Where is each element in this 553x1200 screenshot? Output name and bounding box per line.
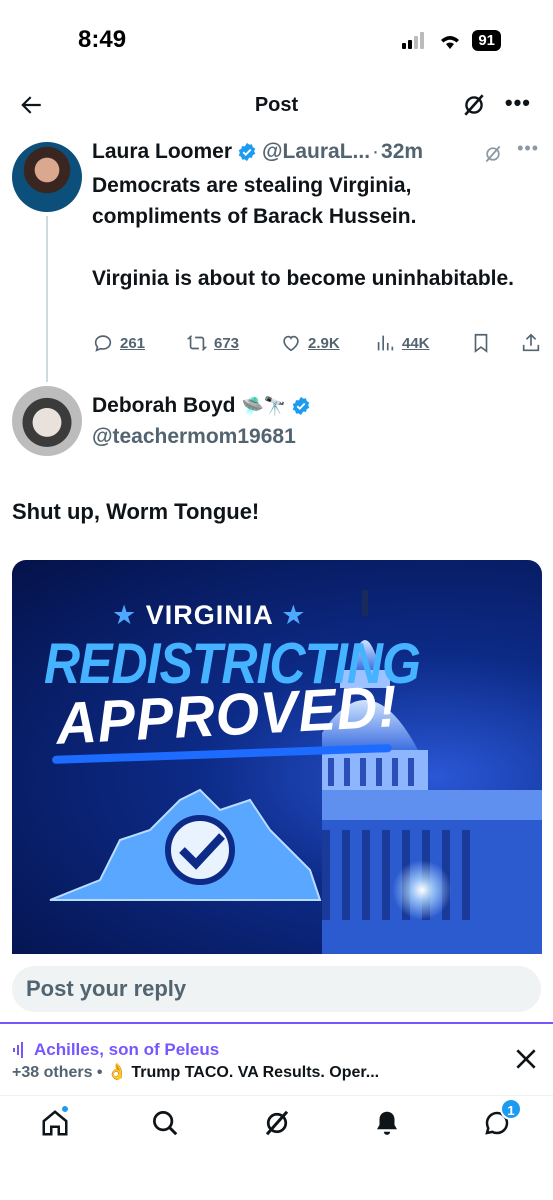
verified-icon [238, 142, 256, 162]
tab-home[interactable] [40, 1104, 70, 1138]
avatar[interactable] [12, 142, 82, 212]
tweet-text-line: Democrats are stealing Virginia, complim… [92, 174, 417, 228]
star-icon: ★ [281, 600, 307, 630]
audio-wave-icon [13, 1042, 23, 1058]
tab-notifications[interactable] [372, 1108, 402, 1138]
thread-line [46, 216, 48, 382]
tweet-actions: 261 673 2.9K 44K [92, 328, 542, 358]
reply-icon [94, 335, 112, 352]
reply-input[interactable]: Post your reply [12, 966, 541, 1012]
live-space-bar[interactable]: Achilles, son of Peleus +38 others • 👌 T… [0, 1024, 553, 1096]
bookmark-icon [474, 333, 488, 353]
space-host[interactable]: Achilles, son of Peleus [12, 1040, 219, 1060]
messages-badge: 1 [500, 1098, 522, 1120]
reply-composer: Post your reply [0, 954, 553, 1024]
close-icon[interactable] [513, 1046, 539, 1072]
author-name[interactable]: Laura Loomer [92, 140, 232, 164]
author-name[interactable]: Deborah Boyd [92, 394, 236, 418]
search-icon [153, 1111, 178, 1136]
tweet-text: Democrats are stealing Virginia, complim… [92, 170, 532, 294]
tab-grok[interactable] [262, 1108, 292, 1138]
verified-icon [293, 396, 310, 416]
bottom-tab-bar: 1 [0, 1096, 553, 1200]
views-button[interactable]: 44K [374, 332, 430, 354]
space-listeners: +38 others • [12, 1064, 103, 1081]
virginia-map-icon [49, 788, 322, 901]
author-handle[interactable]: @teachermom19681 [92, 425, 296, 449]
reply-button[interactable]: 261 [92, 332, 145, 354]
reply-count: 261 [120, 334, 146, 352]
grok-icon [265, 1110, 289, 1136]
reply-author-name-row: Deborah Boyd 🛸🔭 [92, 394, 316, 418]
tweet-time[interactable]: 32m [381, 140, 423, 164]
author-emoji: 🛸🔭 [241, 395, 287, 417]
light-flare [392, 860, 452, 920]
share-icon [522, 333, 540, 352]
tab-search[interactable] [150, 1108, 180, 1138]
like-button[interactable]: 2.9K [280, 332, 340, 354]
wifi-icon [441, 35, 460, 49]
grok-icon[interactable] [483, 144, 503, 164]
battery-level: 91 [472, 30, 501, 51]
separator-dot: · [372, 140, 380, 163]
reply-text: Shut up, Worm Tongue! [12, 499, 260, 524]
status-icons: 91 [402, 30, 501, 51]
like-count: 2.9K [308, 334, 340, 352]
bookmark-button[interactable] [470, 332, 492, 354]
media-image[interactable]: ★ VIRGINIA ★ REDISTRICTING APPROVED! [12, 560, 542, 954]
more-icon[interactable]: ••• [517, 138, 539, 159]
tweet-text-line: Virginia is about to become uninhabitabl… [92, 267, 514, 290]
avatar[interactable] [12, 386, 82, 456]
views-count: 44K [402, 334, 430, 352]
views-icon [377, 335, 394, 351]
more-icon[interactable]: ••• [505, 90, 531, 116]
nav-header: Post ••• [0, 80, 553, 130]
media-headline-virginia: ★ VIRGINIA ★ [112, 600, 307, 630]
bell-icon [377, 1111, 397, 1135]
status-time: 8:49 [78, 26, 127, 53]
share-button[interactable] [520, 332, 542, 354]
repost-icon [186, 335, 208, 351]
space-host-name: Achilles, son of Peleus [34, 1040, 220, 1059]
grok-icon[interactable] [461, 92, 487, 118]
repost-count: 673 [214, 334, 240, 352]
repost-button[interactable]: 673 [186, 332, 239, 354]
author-handle[interactable]: @LauraL... [262, 140, 370, 164]
tweet-header: Laura Loomer @LauraL... · 32m [92, 140, 423, 164]
space-subtitle: +38 others • 👌 Trump TACO. VA Results. O… [12, 1062, 379, 1082]
reply-author[interactable]: Deborah Boyd 🛸🔭 @teachermom19681 [0, 380, 553, 460]
status-bar: 8:49 91 [0, 0, 553, 80]
cellular-signal-icon [402, 31, 425, 49]
like-icon [283, 335, 299, 352]
ok-hand-emoji: 👌 [106, 1064, 127, 1081]
tab-messages[interactable]: 1 [482, 1098, 522, 1138]
original-tweet[interactable]: Laura Loomer @LauraL... · 32m ••• Democr… [0, 130, 553, 382]
space-topic: Trump TACO. VA Results. Oper... [131, 1064, 380, 1081]
notification-dot [60, 1104, 70, 1114]
star-icon: ★ [112, 600, 138, 630]
